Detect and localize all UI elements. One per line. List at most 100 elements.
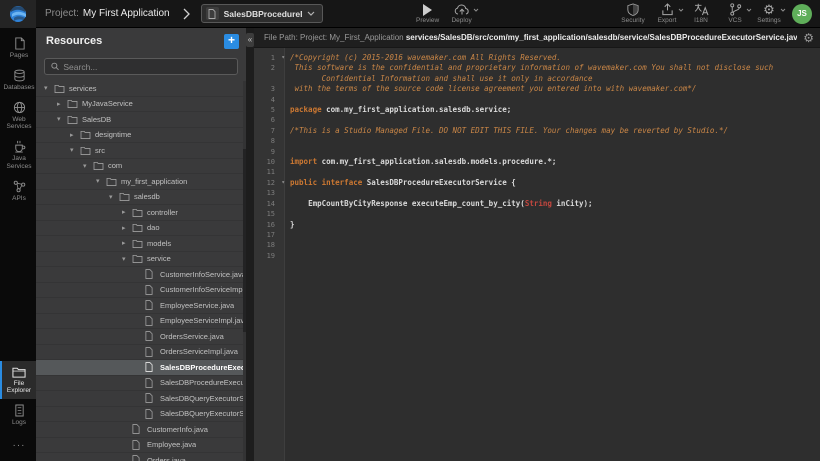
gear-icon[interactable]: ⚙ [803,32,814,44]
play-icon [422,4,433,16]
code-line[interactable]: 6 [254,115,820,125]
user-avatar[interactable]: JS [792,4,812,24]
tree-item[interactable]: ▾src [36,143,243,159]
tree-item[interactable]: ▸MyJavaService [36,97,243,113]
code-line[interactable]: 9 [254,147,820,157]
chevron-right-icon[interactable]: ▸ [70,131,80,139]
line-number: 15 [254,209,287,219]
chevron-down-icon[interactable]: ▾ [96,177,106,185]
code-line[interactable]: 1▾/*Copyright (c) 2015-2016 wavemaker.co… [254,53,820,63]
tree-item[interactable]: EmployeeServiceImpl.java [36,314,243,330]
code-line[interactable]: 14 EmpCountByCityResponse executeEmp_cou… [254,199,820,209]
chevron-down-icon[interactable]: ▾ [57,115,67,123]
file-path-bar: File Path: Project: My_First_Application… [254,28,820,48]
chevron-down-icon[interactable]: ▾ [83,162,93,170]
code-editor[interactable]: 1▾/*Copyright (c) 2015-2016 wavemaker.co… [254,48,820,461]
vcs-button[interactable]: VCS [718,0,752,28]
sidebar-item-databases[interactable]: Databases [0,64,36,96]
sidebar-item-web-services[interactable]: Web Services [0,96,36,136]
settings-button[interactable]: ⚙ Settings [752,0,786,28]
search-input[interactable] [63,62,231,72]
tree-item[interactable]: ▾com [36,159,243,175]
tree-item[interactable]: SalesDBQueryExecutorService.java [36,391,243,407]
sidebar-item-java-services[interactable]: Java Services [0,135,36,175]
chevron-right-icon[interactable]: ▸ [122,239,132,247]
folder-icon [80,146,93,155]
sidebar-item-more[interactable]: ··· [0,431,36,455]
chevron-right-icon[interactable]: ▸ [122,224,132,232]
tree-item[interactable]: CustomerInfoService.java [36,267,243,283]
folder-icon [119,192,132,201]
line-number: 16 [254,220,287,230]
tree-item[interactable]: SalesDBProcedureExecutorService.java [36,360,243,376]
add-resource-button[interactable]: + [224,34,239,49]
export-label: Export [658,17,677,24]
tree-item-label: EmployeeService.java [158,301,234,310]
tree-item[interactable]: EmployeeService.java [36,298,243,314]
tree-item[interactable]: SalesDBProcedureExecutorServiceImpl.java [36,376,243,392]
code-line[interactable]: 11 [254,167,820,177]
tree-item[interactable]: ▾salesdb [36,190,243,206]
gear-icon: ⚙ [763,3,775,16]
tree-item[interactable]: ▸ controller [36,205,243,221]
app-logo[interactable] [0,0,36,28]
chevron-down-icon[interactable]: ▾ [44,84,54,92]
tree-item[interactable]: ▸models [36,236,243,252]
file-icon [145,409,158,419]
code-line[interactable]: 2 This software is the confidential and … [254,63,820,84]
code-line[interactable]: 16} [254,220,820,230]
sidebar-item-apis[interactable]: APIs [0,175,36,207]
chevron-down-icon[interactable]: ▾ [70,146,80,154]
tree-item[interactable]: SalesDBQueryExecutorServiceImpl.java [36,407,243,423]
tree-item[interactable]: Employee.java [36,438,243,454]
code-line[interactable]: 19 [254,251,820,261]
tree-item[interactable]: ▸dao [36,221,243,237]
chevron-right-icon[interactable]: ▸ [122,208,132,216]
deploy-button[interactable]: Deploy [445,0,479,28]
tree-item[interactable]: OrdersServiceImpl.java [36,345,243,361]
code-line[interactable]: 4 [254,95,820,105]
file-icon [145,331,158,341]
tree-item[interactable]: OrdersService.java [36,329,243,345]
code-line[interactable]: 15 [254,209,820,219]
chevron-down-icon[interactable]: ▾ [122,255,132,263]
code-line[interactable]: 5package com.my_first_application.salesd… [254,105,820,115]
fold-icon[interactable]: ▾ [281,178,285,188]
code-line[interactable]: 8 [254,136,820,146]
code-line[interactable]: 3 with the terms of the source code lice… [254,84,820,94]
open-file-dropdown[interactable]: SalesDBProcedureE... [201,4,323,23]
code-line[interactable]: 13 [254,188,820,198]
collapse-panel-button[interactable]: « [246,33,254,47]
chevron-right-icon[interactable]: ▸ [57,100,67,108]
security-button[interactable]: Security [616,0,650,28]
code-line[interactable]: 12▾public interface SalesDBProcedureExec… [254,178,820,188]
tree-item-label: Orders.java [145,456,186,461]
code-line[interactable]: 18 [254,240,820,250]
tree-item[interactable]: ▾SalesDB [36,112,243,128]
export-button[interactable]: Export [650,0,684,28]
tree-item-label: SalesDBProcedureExecutorServiceImpl.java [158,378,243,387]
more-icon: ··· [13,436,26,451]
tree-item[interactable]: ▸designtime [36,128,243,144]
preview-button[interactable]: Preview [411,0,445,28]
tree-item-label: CustomerInfoServiceImpl.java [158,285,243,294]
tree-item-label: controller [145,208,178,217]
tree-item[interactable]: CustomerInfoServiceImpl.java [36,283,243,299]
tree-item[interactable]: ▾my_first_application [36,174,243,190]
tree-item[interactable]: Orders.java [36,453,243,461]
sidebar-item-logs[interactable]: Logs [0,399,36,431]
sidebar-item-pages[interactable]: Pages [0,32,36,64]
code-line[interactable]: 17 [254,230,820,240]
fold-icon[interactable]: ▾ [281,53,285,63]
panel-splitter[interactable]: « [246,28,254,461]
code-line[interactable]: 7/*This is a Studio Managed File. DO NOT… [254,126,820,136]
line-number: 10 [254,157,287,167]
i18n-button[interactable]: I18N [684,0,718,28]
chevron-down-icon[interactable]: ▾ [109,193,119,201]
tree-item[interactable]: ▾services [36,81,243,97]
sidebar-item-file-explorer[interactable]: File Explorer [0,361,36,400]
code-line[interactable]: 10import com.my_first_application.salesd… [254,157,820,167]
tree-item[interactable]: CustomerInfo.java [36,422,243,438]
tree-item-label: OrdersService.java [158,332,224,341]
tree-item[interactable]: ▾service [36,252,243,268]
